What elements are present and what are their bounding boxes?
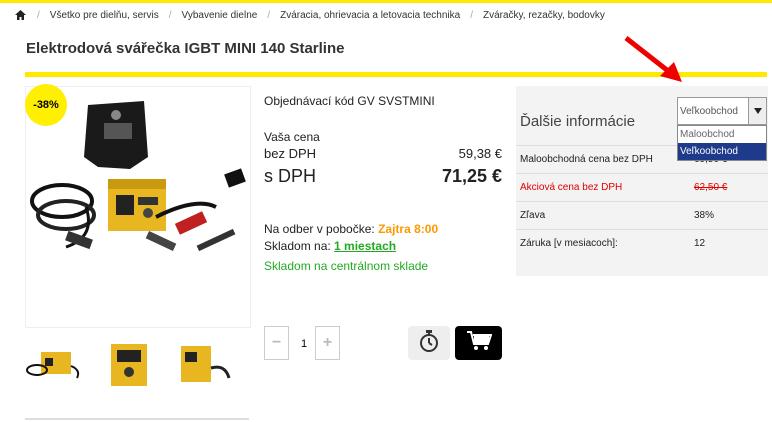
details-row: Akciová cena bez DPH 62,50 € xyxy=(516,173,768,201)
central-stock-status: Skladom na centrálnom sklade xyxy=(264,259,429,273)
breadcrumb-item[interactable]: Vybavenie dielne xyxy=(182,10,258,21)
details-row-value: 38% xyxy=(694,210,715,221)
breadcrumb: / Všetko pre dielňu, servis / Vybavenie … xyxy=(14,6,605,24)
gross-price-label: s DPH xyxy=(264,166,317,186)
price-type-selected: Veľkoobchod xyxy=(680,105,738,117)
discount-badge: -38% xyxy=(25,84,67,126)
order-code: Objednávací kód GV SVSTMINI xyxy=(264,94,435,108)
stock-label: Skladom na: xyxy=(264,239,331,253)
details-row-label: Zľava xyxy=(520,210,546,221)
add-to-cart-button[interactable] xyxy=(455,326,502,360)
gallery-divider xyxy=(25,418,249,420)
details-row-value: 12 xyxy=(694,238,706,249)
quantity-decrease-button[interactable]: − xyxy=(264,326,289,360)
price-type-select[interactable]: Veľkoobchod xyxy=(677,97,767,125)
cart-icon xyxy=(466,330,492,357)
breadcrumb-separator: / xyxy=(470,9,473,21)
breadcrumb-separator: / xyxy=(37,9,40,21)
price-type-dropdown: Maloobchod Veľkoobchod xyxy=(677,125,767,161)
stopwatch-icon xyxy=(418,329,440,358)
details-row: Záruka [v mesiacoch]: 12 xyxy=(516,229,768,257)
net-price: 59,38 € xyxy=(458,146,502,161)
breadcrumb-separator: / xyxy=(168,9,172,21)
pickup-availability: Na odber v pobočke: Zajtra 8:00 xyxy=(264,222,438,236)
watchdog-button[interactable] xyxy=(408,326,450,360)
breadcrumb-separator: / xyxy=(267,9,271,21)
page-title: Elektrodová svářečka IGBT MINI 140 Starl… xyxy=(26,40,345,57)
breadcrumb-item[interactable]: Všetko pre dielňu, servis xyxy=(50,10,159,21)
details-row-value: 62,50 € xyxy=(694,182,728,193)
quantity-increase-button[interactable]: + xyxy=(315,326,340,360)
chevron-down-icon[interactable] xyxy=(748,98,766,124)
home-icon[interactable] xyxy=(14,9,27,21)
product-image[interactable] xyxy=(25,86,251,328)
stock-locations-link[interactable]: 1 miestach xyxy=(334,239,396,253)
price-type-option[interactable]: Maloobchod xyxy=(678,126,766,143)
net-price-row: bez DPH 59,38 € xyxy=(264,146,502,161)
details-table: Maloobchodná cena bez DPH 69,50 € Akciov… xyxy=(516,145,768,257)
price-label: Vaša cena xyxy=(264,130,320,144)
details-row-label: Maloobchodná cena bez DPH xyxy=(520,154,653,165)
top-accent-bar xyxy=(0,0,772,3)
details-row-label: Akciová cena bez DPH xyxy=(520,182,623,193)
thumbnail[interactable] xyxy=(99,338,159,390)
details-title: Ďalšie informácie xyxy=(520,113,636,130)
thumbnail[interactable] xyxy=(25,338,85,390)
gross-price-row: s DPH 71,25 € xyxy=(264,166,502,187)
breadcrumb-item[interactable]: Zváracia, ohrievacia a letovacia technik… xyxy=(280,10,460,21)
net-price-label: bez DPH xyxy=(264,146,317,161)
details-row: Zľava 38% xyxy=(516,201,768,229)
pickup-label: Na odber v pobočke: xyxy=(264,222,375,236)
annotation-arrow-icon xyxy=(624,36,682,82)
thumbnail[interactable] xyxy=(173,338,233,390)
thumbnail-strip xyxy=(25,338,233,390)
stock-availability: Skladom na: 1 miestach xyxy=(264,239,396,253)
breadcrumb-item[interactable]: Zváračky, rezačky, bodovky xyxy=(483,10,605,21)
details-row-label: Záruka [v mesiacoch]: xyxy=(520,238,618,249)
pickup-time: Zajtra 8:00 xyxy=(378,222,439,236)
quantity-input[interactable] xyxy=(292,334,316,354)
gross-price: 71,25 € xyxy=(441,166,502,186)
price-type-option[interactable]: Veľkoobchod xyxy=(678,143,766,160)
